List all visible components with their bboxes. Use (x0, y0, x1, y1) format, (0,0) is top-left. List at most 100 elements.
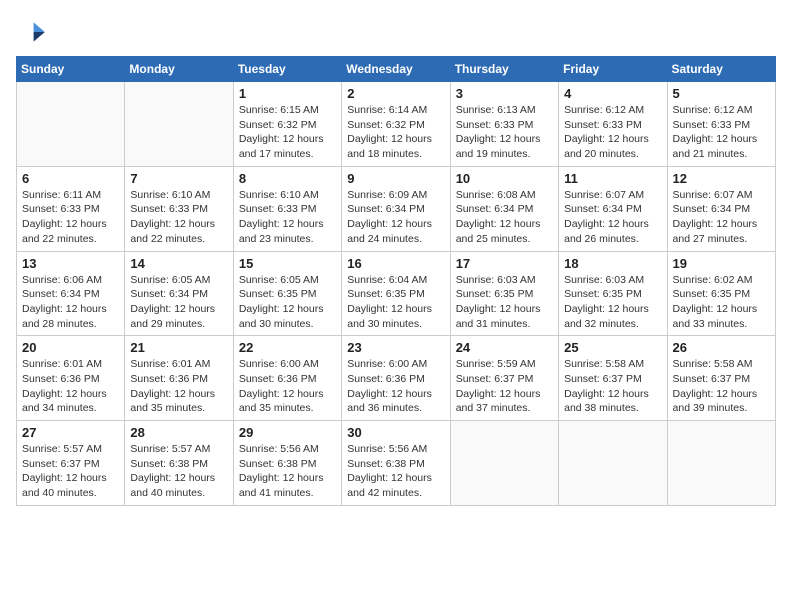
calendar-cell (17, 82, 125, 167)
day-info: Sunrise: 6:13 AMSunset: 6:33 PMDaylight:… (456, 103, 553, 162)
week-row-5: 27 Sunrise: 5:57 AMSunset: 6:37 PMDayligh… (17, 421, 776, 506)
day-info: Sunrise: 5:56 AMSunset: 6:38 PMDaylight:… (347, 442, 444, 501)
day-number: 14 (130, 256, 227, 271)
day-number: 15 (239, 256, 336, 271)
day-info: Sunrise: 6:07 AMSunset: 6:34 PMDaylight:… (673, 188, 770, 247)
col-header-tuesday: Tuesday (233, 57, 341, 82)
calendar-cell: 8Sunrise: 6:10 AMSunset: 6:33 PMDaylight… (233, 166, 341, 251)
calendar-cell: 14 Sunrise: 6:05 AMSunset: 6:34 PMDayligh… (125, 251, 233, 336)
calendar-cell: 19 Sunrise: 6:02 AMSunset: 6:35 PMDayligh… (667, 251, 775, 336)
calendar-cell: 28 Sunrise: 5:57 AMSunset: 6:38 PMDayligh… (125, 421, 233, 506)
calendar-cell: 24 Sunrise: 5:59 AMSunset: 6:37 PMDayligh… (450, 336, 558, 421)
logo (16, 16, 52, 48)
col-header-saturday: Saturday (667, 57, 775, 82)
calendar-cell: 20 Sunrise: 6:01 AMSunset: 6:36 PMDayligh… (17, 336, 125, 421)
day-info: Sunrise: 6:05 AMSunset: 6:34 PMDaylight:… (130, 273, 227, 332)
calendar-cell: 22 Sunrise: 6:00 AMSunset: 6:36 PMDayligh… (233, 336, 341, 421)
day-info: Sunrise: 6:07 AMSunset: 6:34 PMDaylight:… (564, 188, 661, 247)
col-header-friday: Friday (559, 57, 667, 82)
day-info: Sunrise: 6:15 AMSunset: 6:32 PMDaylight:… (239, 103, 336, 162)
day-number: 18 (564, 256, 661, 271)
day-info: Sunrise: 6:12 AMSunset: 6:33 PMDaylight:… (564, 103, 661, 162)
calendar-cell: 18 Sunrise: 6:03 AMSunset: 6:35 PMDayligh… (559, 251, 667, 336)
calendar-cell: 7 Sunrise: 6:10 AMSunset: 6:33 PMDaylight… (125, 166, 233, 251)
day-info: Sunrise: 6:03 AMSunset: 6:35 PMDaylight:… (456, 273, 553, 332)
week-row-4: 20 Sunrise: 6:01 AMSunset: 6:36 PMDayligh… (17, 336, 776, 421)
calendar-cell: 9Sunrise: 6:09 AMSunset: 6:34 PMDaylight… (342, 166, 450, 251)
calendar-header: SundayMondayTuesdayWednesdayThursdayFrid… (17, 57, 776, 82)
day-number: 6 (22, 171, 119, 186)
day-info: Sunrise: 6:03 AMSunset: 6:35 PMDaylight:… (564, 273, 661, 332)
day-info: Sunrise: 6:02 AMSunset: 6:35 PMDaylight:… (673, 273, 770, 332)
day-info: Sunrise: 5:57 AMSunset: 6:38 PMDaylight:… (130, 442, 227, 501)
day-number: 19 (673, 256, 770, 271)
day-number: 5 (673, 86, 770, 101)
day-info: Sunrise: 6:01 AMSunset: 6:36 PMDaylight:… (22, 357, 119, 416)
week-row-2: 6 Sunrise: 6:11 AMSunset: 6:33 PMDaylight… (17, 166, 776, 251)
day-info: Sunrise: 6:11 AMSunset: 6:33 PMDaylight:… (22, 188, 119, 247)
calendar-cell: 11 Sunrise: 6:07 AMSunset: 6:34 PMDayligh… (559, 166, 667, 251)
logo-icon (16, 16, 48, 48)
day-number: 11 (564, 171, 661, 186)
col-header-thursday: Thursday (450, 57, 558, 82)
day-number: 7 (130, 171, 227, 186)
calendar-cell: 1 Sunrise: 6:15 AMSunset: 6:32 PMDaylight… (233, 82, 341, 167)
calendar-cell: 23 Sunrise: 6:00 AMSunset: 6:36 PMDayligh… (342, 336, 450, 421)
day-number: 22 (239, 340, 336, 355)
day-info: Sunrise: 5:58 AMSunset: 6:37 PMDaylight:… (673, 357, 770, 416)
day-info: Sunrise: 6:00 AMSunset: 6:36 PMDaylight:… (347, 357, 444, 416)
day-number: 21 (130, 340, 227, 355)
day-number: 1 (239, 86, 336, 101)
day-info: Sunrise: 6:04 AMSunset: 6:35 PMDaylight:… (347, 273, 444, 332)
day-number: 30 (347, 425, 444, 440)
day-number: 27 (22, 425, 119, 440)
day-number: 23 (347, 340, 444, 355)
calendar-cell: 13 Sunrise: 6:06 AMSunset: 6:34 PMDayligh… (17, 251, 125, 336)
col-header-monday: Monday (125, 57, 233, 82)
day-number: 28 (130, 425, 227, 440)
day-number: 13 (22, 256, 119, 271)
calendar-cell: 5Sunrise: 6:12 AMSunset: 6:33 PMDaylight… (667, 82, 775, 167)
calendar-cell: 30 Sunrise: 5:56 AMSunset: 6:38 PMDayligh… (342, 421, 450, 506)
calendar-cell (450, 421, 558, 506)
day-info: Sunrise: 6:05 AMSunset: 6:35 PMDaylight:… (239, 273, 336, 332)
day-info: Sunrise: 6:09 AMSunset: 6:34 PMDaylight:… (347, 188, 444, 247)
calendar-cell: 6 Sunrise: 6:11 AMSunset: 6:33 PMDaylight… (17, 166, 125, 251)
calendar-cell: 25 Sunrise: 5:58 AMSunset: 6:37 PMDayligh… (559, 336, 667, 421)
day-info: Sunrise: 5:58 AMSunset: 6:37 PMDaylight:… (564, 357, 661, 416)
day-number: 20 (22, 340, 119, 355)
day-number: 16 (347, 256, 444, 271)
calendar-cell (559, 421, 667, 506)
day-info: Sunrise: 5:56 AMSunset: 6:38 PMDaylight:… (239, 442, 336, 501)
day-info: Sunrise: 6:14 AMSunset: 6:32 PMDaylight:… (347, 103, 444, 162)
week-row-3: 13 Sunrise: 6:06 AMSunset: 6:34 PMDayligh… (17, 251, 776, 336)
day-number: 3 (456, 86, 553, 101)
day-number: 17 (456, 256, 553, 271)
day-info: Sunrise: 5:59 AMSunset: 6:37 PMDaylight:… (456, 357, 553, 416)
calendar-cell: 17 Sunrise: 6:03 AMSunset: 6:35 PMDayligh… (450, 251, 558, 336)
calendar-cell: 12 Sunrise: 6:07 AMSunset: 6:34 PMDayligh… (667, 166, 775, 251)
day-number: 12 (673, 171, 770, 186)
calendar-cell (667, 421, 775, 506)
col-header-sunday: Sunday (17, 57, 125, 82)
day-number: 2 (347, 86, 444, 101)
day-info: Sunrise: 6:01 AMSunset: 6:36 PMDaylight:… (130, 357, 227, 416)
page-header (16, 16, 776, 48)
day-info: Sunrise: 6:10 AMSunset: 6:33 PMDaylight:… (239, 188, 336, 247)
calendar-cell: 27 Sunrise: 5:57 AMSunset: 6:37 PMDayligh… (17, 421, 125, 506)
day-number: 25 (564, 340, 661, 355)
day-info: Sunrise: 6:10 AMSunset: 6:33 PMDaylight:… (130, 188, 227, 247)
day-number: 26 (673, 340, 770, 355)
calendar-cell: 26 Sunrise: 5:58 AMSunset: 6:37 PMDayligh… (667, 336, 775, 421)
day-info: Sunrise: 6:06 AMSunset: 6:34 PMDaylight:… (22, 273, 119, 332)
calendar-cell: 2 Sunrise: 6:14 AMSunset: 6:32 PMDaylight… (342, 82, 450, 167)
day-info: Sunrise: 5:57 AMSunset: 6:37 PMDaylight:… (22, 442, 119, 501)
day-info: Sunrise: 6:00 AMSunset: 6:36 PMDaylight:… (239, 357, 336, 416)
week-row-1: 1 Sunrise: 6:15 AMSunset: 6:32 PMDaylight… (17, 82, 776, 167)
calendar-cell: 16 Sunrise: 6:04 AMSunset: 6:35 PMDayligh… (342, 251, 450, 336)
calendar-cell: 29Sunrise: 5:56 AMSunset: 6:38 PMDayligh… (233, 421, 341, 506)
day-number: 24 (456, 340, 553, 355)
calendar-cell: 10Sunrise: 6:08 AMSunset: 6:34 PMDayligh… (450, 166, 558, 251)
day-number: 4 (564, 86, 661, 101)
calendar-cell: 15 Sunrise: 6:05 AMSunset: 6:35 PMDayligh… (233, 251, 341, 336)
